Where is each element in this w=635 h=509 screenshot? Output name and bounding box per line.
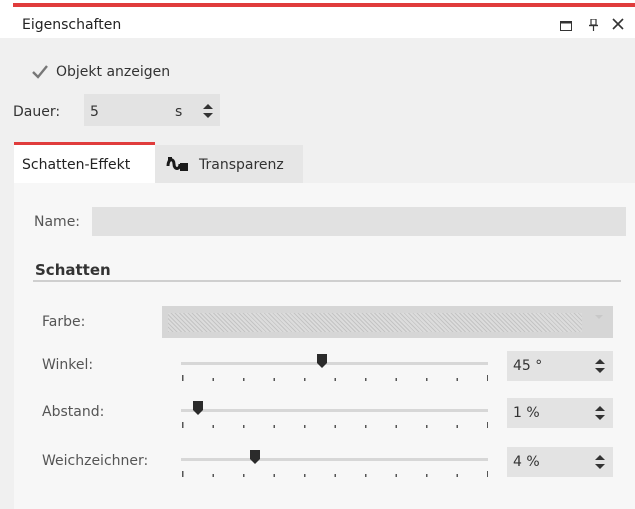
distance-slider-track[interactable] [181,409,488,412]
section-divider [33,280,621,282]
blur-value[interactable]: 4 % [513,454,540,470]
distance-slider-ticks [182,422,488,428]
distance-label: Abstand: [42,404,105,420]
tab-schatten-effekt-label[interactable]: Schatten-Effekt [22,157,130,173]
duration-label: Dauer: [13,104,61,120]
distance-slider-thumb[interactable] [192,401,203,415]
duration-input[interactable] [84,94,220,126]
blur-slider-ticks [182,471,488,477]
duration-value[interactable]: 5 [90,104,99,120]
blur-spinner[interactable] [594,452,606,472]
show-object-checkbox[interactable] [31,64,49,80]
angle-value[interactable]: 45 ° [513,358,542,374]
blur-slider-thumb[interactable] [249,450,260,464]
tab-transparenz-label[interactable]: Transparenz [199,157,284,173]
show-object-label[interactable]: Objekt anzeigen [56,64,170,80]
color-label: Farbe: [42,314,86,330]
angle-slider-track[interactable] [181,362,488,365]
distance-spinner[interactable] [594,403,606,423]
close-icon[interactable] [612,18,624,34]
distance-value[interactable]: 1 % [513,405,540,421]
angle-label: Winkel: [42,357,94,373]
transparency-wave-icon [166,154,190,178]
chevron-down-icon[interactable] [594,313,604,324]
name-input[interactable] [92,207,626,236]
blur-label: Weichzeichner: [42,453,149,469]
pin-icon[interactable] [589,18,598,35]
duration-unit: s [175,104,183,120]
blur-slider-track[interactable] [181,458,488,461]
section-title: Schatten [35,261,111,279]
accent-line [13,3,635,7]
maximize-icon[interactable] [560,20,572,35]
color-swatch[interactable] [168,313,582,332]
angle-slider-ticks [182,375,488,381]
angle-spinner[interactable] [594,356,606,376]
window-title: Eigenschaften [22,17,122,33]
name-label: Name: [34,214,81,230]
angle-slider-thumb[interactable] [317,354,328,368]
duration-spinner[interactable] [202,101,214,121]
